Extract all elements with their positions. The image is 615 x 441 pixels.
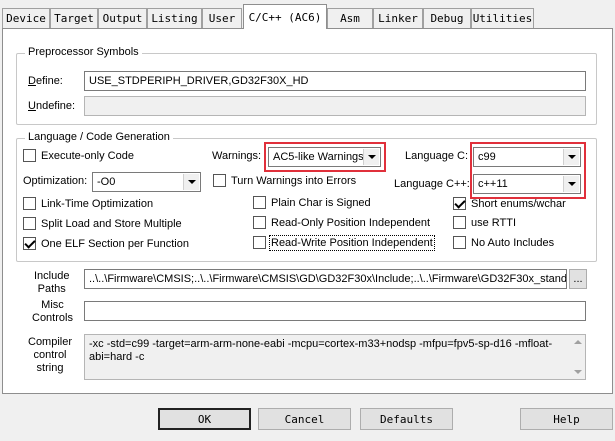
tab-linker[interactable]: Linker [373, 8, 423, 28]
short-enums-box[interactable] [453, 197, 466, 210]
optimization-select[interactable]: -O0 [92, 172, 201, 192]
language-c-label: Language C: [405, 150, 468, 162]
tab-target[interactable]: Target [50, 8, 98, 28]
turn-warnings-box[interactable] [213, 174, 226, 187]
turn-warnings-label: Turn Warnings into Errors [231, 174, 357, 187]
no-auto-checkbox[interactable]: No Auto Includes [453, 236, 554, 249]
plain-char-box[interactable] [253, 196, 266, 209]
preprocessor-title: Preprocessor Symbols [25, 46, 142, 58]
compiler-scrollbar[interactable] [571, 335, 585, 379]
optimization-label: Optimization: [23, 175, 88, 187]
optimization-value: -O0 [97, 176, 116, 188]
misc-label: Misc Controls [32, 299, 73, 324]
turn-warnings-checkbox[interactable]: Turn Warnings into Errors [213, 174, 356, 187]
warnings-highlight [264, 142, 386, 172]
link-time-checkbox[interactable]: Link-Time Optimization [23, 197, 153, 210]
execute-only-label: Execute-only Code [41, 149, 134, 162]
no-auto-label: No Auto Includes [471, 236, 555, 249]
language-cpp-label: Language C++: [394, 178, 470, 190]
split-load-box[interactable] [23, 217, 36, 230]
help-button[interactable]: Help [520, 408, 613, 430]
tab-asm[interactable]: Asm [327, 8, 373, 28]
ok-button[interactable]: OK [158, 408, 251, 430]
execute-only-checkbox[interactable]: Execute-only Code [23, 149, 134, 162]
include-paths-input[interactable]: ..\..\Firmware\CMSIS;..\..\Firmware\CMSI… [84, 269, 567, 289]
link-time-box[interactable] [23, 197, 36, 210]
language-title: Language / Code Generation [25, 131, 173, 143]
compiler-label: Compiler control string [28, 336, 73, 374]
scroll-down-icon[interactable] [574, 370, 582, 374]
warnings-label: Warnings: [212, 150, 262, 162]
one-elf-checkbox[interactable]: One ELF Section per Function [23, 237, 189, 250]
one-elf-label: One ELF Section per Function [41, 237, 189, 250]
split-load-label: Split Load and Store Multiple [41, 217, 182, 230]
cancel-button[interactable]: Cancel [258, 408, 351, 430]
link-time-label: Link-Time Optimization [41, 197, 154, 210]
one-elf-box[interactable] [23, 237, 36, 250]
use-rtti-label: use RTTI [471, 216, 517, 229]
use-rtti-checkbox[interactable]: use RTTI [453, 216, 516, 229]
optimization-dropdown-button[interactable] [183, 174, 199, 190]
tab-debug[interactable]: Debug [423, 8, 471, 28]
define-label: Define: [28, 75, 63, 87]
execute-only-box[interactable] [23, 149, 36, 162]
short-enums-label: Short enums/wchar [471, 197, 566, 210]
language-highlight [470, 142, 586, 199]
undefine-input[interactable] [84, 96, 586, 116]
include-label: Include Paths [34, 270, 70, 295]
read-write-box[interactable] [253, 236, 266, 249]
include-browse-button[interactable]: ... [569, 269, 587, 289]
defaults-button[interactable]: Defaults [360, 408, 453, 430]
use-rtti-box[interactable] [453, 216, 466, 229]
tab-user[interactable]: User [202, 8, 242, 28]
plain-char-label: Plain Char is Signed [271, 196, 371, 209]
define-input[interactable]: USE_STDPERIPH_DRIVER,GD32F30X_HD [84, 71, 586, 91]
tab-listing[interactable]: Listing [147, 8, 202, 28]
tab-strip: Device Target Output Listing User C/C++ … [0, 0, 615, 30]
read-write-label: Read-Write Position Independent [269, 234, 435, 251]
undefine-label: Undefine: [28, 100, 76, 112]
tab-device[interactable]: Device [2, 8, 50, 28]
read-only-box[interactable] [253, 216, 266, 229]
compiler-control-string: -xc -std=c99 -target=arm-arm-none-eabi -… [84, 334, 586, 380]
read-write-checkbox[interactable]: Read-Write Position Independent [253, 234, 435, 251]
split-load-checkbox[interactable]: Split Load and Store Multiple [23, 217, 182, 230]
options-panel: Preprocessor Symbols Define: USE_STDPERI… [2, 28, 613, 394]
chevron-down-icon [187, 180, 196, 184]
read-only-label: Read-Only Position Independent [271, 216, 430, 229]
tab-utilities[interactable]: Utilities [471, 8, 534, 28]
plain-char-checkbox[interactable]: Plain Char is Signed [253, 196, 371, 209]
tab-c-cpp[interactable]: C/C++ (AC6) [243, 4, 327, 29]
misc-controls-input[interactable] [84, 301, 586, 321]
no-auto-box[interactable] [453, 236, 466, 249]
tab-output[interactable]: Output [98, 8, 147, 28]
scroll-up-icon[interactable] [574, 340, 582, 344]
read-only-checkbox[interactable]: Read-Only Position Independent [253, 216, 430, 229]
